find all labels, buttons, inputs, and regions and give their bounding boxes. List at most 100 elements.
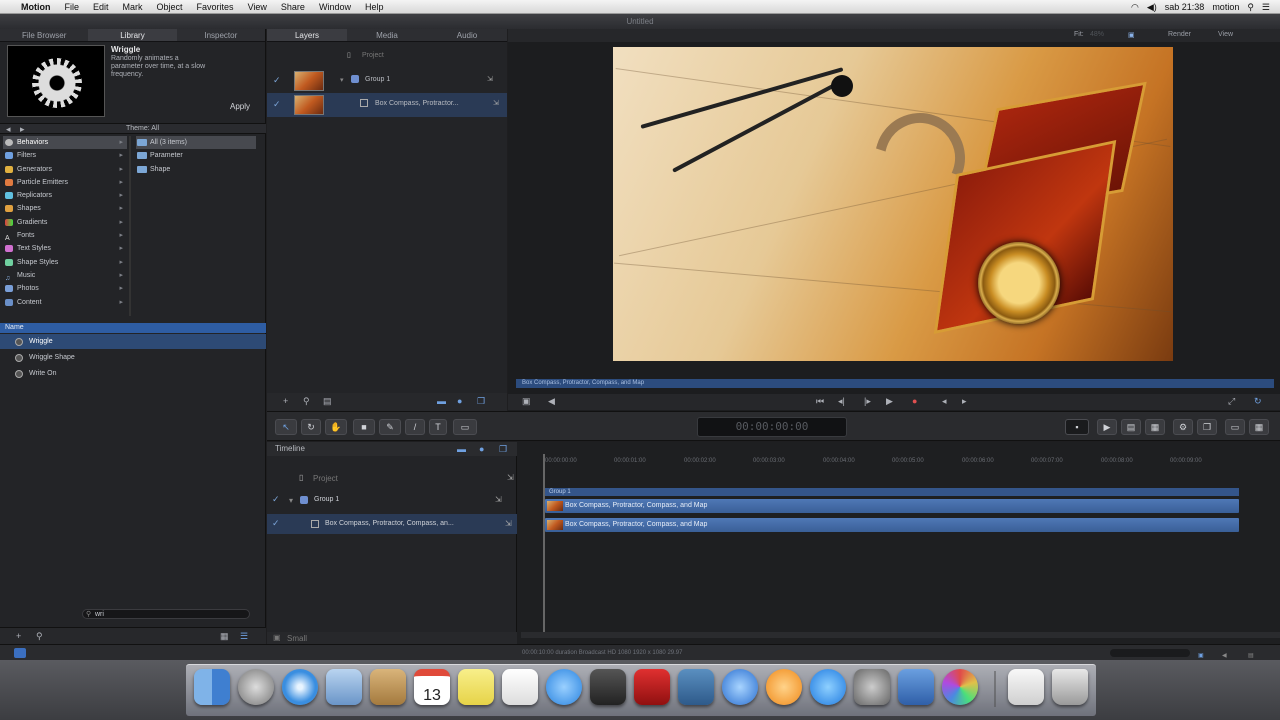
step-forward-icon[interactable]: |▸	[864, 397, 871, 406]
safari-icon[interactable]	[282, 669, 318, 705]
hud-icon[interactable]: ▭	[1225, 419, 1245, 435]
messages-icon[interactable]	[546, 669, 582, 705]
checkmark-icon[interactable]: ✓	[272, 518, 280, 529]
tab-audio[interactable]: Audio	[427, 29, 507, 41]
generator-icon[interactable]: ▤	[1121, 419, 1141, 435]
facetime-icon[interactable]	[590, 669, 626, 705]
timeline-scrollbar[interactable]	[521, 632, 1280, 638]
step-back-icon[interactable]: ◂|	[838, 397, 845, 406]
pan-tool-icon[interactable]: ✋	[325, 419, 347, 435]
list-item[interactable]: Wriggle Shape	[0, 350, 266, 365]
tab-file-browser[interactable]: File Browser	[0, 29, 88, 41]
render-menu[interactable]: Render	[1168, 31, 1191, 38]
rectangle-tool-icon[interactable]: ■	[353, 419, 375, 435]
play-range-icon[interactable]: ▣	[522, 397, 531, 406]
menu-edit[interactable]: Edit	[86, 2, 116, 12]
menu-object[interactable]: Object	[150, 2, 190, 12]
play-icon[interactable]: ▶	[886, 397, 893, 406]
category-item[interactable]: Replicators ▸	[3, 189, 127, 202]
list-view-icon[interactable]: ☰	[240, 632, 248, 641]
mask-tool-icon[interactable]: ▭	[453, 419, 477, 435]
app-menu[interactable]: Motion	[14, 2, 58, 12]
app-store-icon[interactable]	[810, 669, 846, 705]
timeline-clip[interactable]: Box Compass, Protractor, Compass, and Ma…	[545, 499, 1239, 513]
subfolder-item[interactable]: All (3 items)	[136, 136, 256, 150]
notes-icon[interactable]	[458, 669, 494, 705]
category-item[interactable]: A Fonts ▸	[3, 229, 127, 242]
layers-view-icon[interactable]: ▬	[437, 397, 446, 406]
theme-filter[interactable]: Theme: All	[126, 125, 159, 132]
category-item[interactable]: Text Styles ▸	[3, 242, 127, 255]
downloads-icon[interactable]	[1008, 669, 1044, 705]
link-icon[interactable]: ⇲	[507, 473, 514, 482]
search-icon[interactable]: ⚲	[36, 632, 43, 641]
contacts-icon[interactable]	[370, 669, 406, 705]
duplicate-icon[interactable]: ❐	[499, 445, 507, 454]
reminders-icon[interactable]	[502, 669, 538, 705]
timeline-layer-name[interactable]: Box Compass, Protractor, Compass, an...	[325, 520, 454, 527]
layer-name[interactable]: Group 1	[365, 76, 390, 83]
trash-icon[interactable]	[1052, 669, 1088, 705]
category-item[interactable]: Shapes ▸	[3, 202, 127, 215]
share-icon[interactable]: ▦	[1249, 419, 1269, 435]
wifi-icon[interactable]: ◠	[1131, 2, 1139, 13]
notification-center-icon[interactable]: ☰	[1262, 2, 1270, 13]
launchpad-icon[interactable]	[238, 669, 274, 705]
timeline-layer-name[interactable]: Group 1	[314, 496, 339, 503]
duplicate-icon[interactable]: ❐	[477, 397, 485, 406]
photo-booth-icon[interactable]	[634, 669, 670, 705]
link-icon[interactable]: ⇲	[495, 495, 502, 504]
canvas-image[interactable]	[613, 47, 1173, 361]
timeline-row-clip[interactable]: ✓ Box Compass, Protractor, Compass, an..…	[267, 514, 517, 534]
disclosure-triangle-icon[interactable]: ▾	[340, 76, 344, 84]
info-icon[interactable]	[14, 648, 26, 658]
timeline-clip[interactable]: Box Compass, Protractor, Compass, and Ma…	[545, 518, 1239, 532]
checkmark-icon[interactable]: ✓	[273, 99, 281, 110]
layer-row-clip[interactable]: ✓ Box Compass, Protractor... ⇲	[267, 93, 507, 117]
fullscreen-icon[interactable]: ⤢	[1228, 397, 1235, 406]
category-item[interactable]: Gradients ▸	[3, 216, 127, 229]
tab-library[interactable]: Library	[88, 29, 177, 41]
menu-help[interactable]: Help	[358, 2, 391, 12]
status-icon[interactable]: ▪	[1065, 419, 1089, 435]
layers-view-icon[interactable]: ▬	[457, 445, 466, 454]
previous-keyframe-icon[interactable]: ◂	[942, 397, 947, 406]
camera-icon[interactable]: ▶	[1097, 419, 1117, 435]
back-icon[interactable]: ◂	[6, 125, 11, 134]
name-column-header[interactable]: Name	[0, 323, 266, 333]
size-icon[interactable]: ▣	[273, 633, 281, 642]
category-item[interactable]: Content ▸	[3, 296, 127, 309]
select-tool-icon[interactable]: ↖	[275, 419, 297, 435]
filters-icon[interactable]: ▦	[1145, 419, 1165, 435]
category-item[interactable]: Shape Styles ▸	[3, 256, 127, 269]
checkmark-icon[interactable]: ✓	[273, 75, 281, 86]
mask-icon[interactable]: ●	[479, 445, 484, 454]
view-menu[interactable]: View	[1218, 31, 1233, 38]
subfolder-item[interactable]: Parameter	[136, 149, 256, 162]
menu-window[interactable]: Window	[312, 2, 358, 12]
grid-view-icon[interactable]: ▦	[220, 632, 229, 641]
menubar-clock[interactable]: sab 21:38	[1165, 2, 1205, 12]
project-row[interactable]: ▯ Project	[267, 47, 507, 65]
mask-icon[interactable]: ●	[457, 397, 462, 406]
layer-row-group[interactable]: ✓ ▾ Group 1 ⇲	[267, 69, 507, 93]
link-icon[interactable]: ⇲	[487, 75, 493, 83]
zoom-slider[interactable]	[1110, 649, 1190, 657]
go-to-start-icon[interactable]: ⏮	[816, 397, 824, 406]
category-item[interactable]: Filters ▸	[3, 149, 127, 162]
menu-share[interactable]: Share	[274, 2, 312, 12]
timecode-display[interactable]: 00:00:00:00	[697, 417, 847, 437]
layer-name[interactable]: Box Compass, Protractor...	[375, 100, 459, 107]
canvas-mini-timeline[interactable]: Box Compass, Protractor, Compass, and Ma…	[516, 379, 1274, 388]
playhead[interactable]	[543, 454, 545, 632]
menu-view[interactable]: View	[241, 2, 274, 12]
keynote-icon[interactable]	[898, 669, 934, 705]
motion-icon[interactable]	[942, 669, 978, 705]
forward-icon[interactable]: ▸	[20, 125, 25, 134]
subfolder-item[interactable]: Shape	[136, 163, 256, 176]
mail-icon[interactable]	[326, 669, 362, 705]
tab-media[interactable]: Media	[347, 29, 427, 41]
link-icon[interactable]: ⇲	[493, 99, 499, 107]
timeline-group-bar[interactable]: Group 1	[545, 488, 1239, 496]
disclosure-triangle-icon[interactable]: ▾	[289, 496, 293, 505]
